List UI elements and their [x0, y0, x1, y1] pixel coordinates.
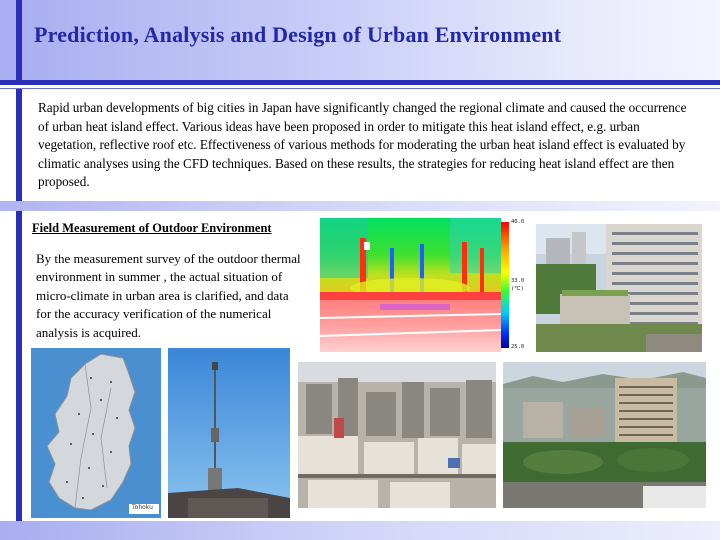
- map-legend-label: Tohoku: [132, 504, 153, 511]
- section-body: By the measurement survey of the outdoor…: [36, 251, 301, 340]
- tohoku-map: Tohoku: [31, 348, 161, 518]
- city-aerial-photo-1: [298, 362, 496, 508]
- section-heading: Field Measurement of Outdoor Environment: [32, 221, 272, 235]
- scale-unit-label: (℃): [511, 286, 524, 292]
- scale-min-label: 25.0: [511, 344, 525, 350]
- footer-band: [0, 521, 720, 540]
- measurement-tower-photo: [168, 348, 290, 518]
- intro-paragraph: Rapid urban developments of big cities i…: [38, 100, 687, 190]
- scale-mid-label: 33.0: [511, 278, 525, 284]
- thermal-scale: 40.0 33.0 (℃) 25.0: [501, 218, 531, 352]
- thermal-image: [320, 218, 501, 352]
- scale-max-label: 40.0: [511, 219, 525, 225]
- city-aerial-photo-2: [503, 362, 706, 508]
- title-rule-thin: [0, 88, 720, 89]
- building-photo: [536, 224, 702, 352]
- section-divider-band: [0, 201, 720, 211]
- page-title: Prediction, Analysis and Design of Urban…: [34, 22, 562, 47]
- thermal-scale-bar: [501, 222, 509, 348]
